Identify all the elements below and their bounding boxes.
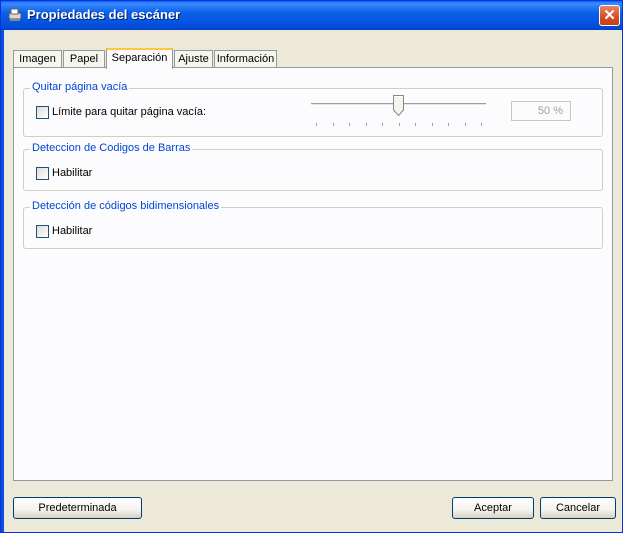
slider-thumb-icon[interactable]: [393, 95, 404, 116]
slider-tick: [332, 123, 334, 126]
tab-ajuste[interactable]: Ajuste: [174, 50, 213, 67]
scanner-icon: [8, 8, 22, 21]
close-icon: ✕: [603, 7, 616, 24]
two-d-codes-group: Detección de códigos bidimensionales Hab…: [23, 200, 603, 249]
barcode-group: Deteccion de Codigos de Barras Habilitar: [23, 142, 603, 191]
slider-tick: [481, 123, 482, 126]
barcode-group-title: Deteccion de Codigos de Barras: [30, 142, 193, 154]
tab-panel-separacion: Quitar página vacía Límite para quitar p…: [13, 67, 613, 481]
window-title: Propiedades del escáner: [27, 7, 181, 22]
slider-tick: [431, 123, 433, 126]
default-button[interactable]: Predeterminada: [13, 497, 142, 519]
tab-informacion[interactable]: Información: [214, 50, 277, 67]
tab-imagen[interactable]: Imagen: [13, 50, 62, 67]
slider-tick: [448, 123, 449, 126]
title-bar[interactable]: Propiedades del escáner ✕: [1, 1, 622, 30]
slider-tick: [398, 123, 400, 126]
two-d-codes-enable-label: Habilitar: [52, 225, 93, 237]
two-d-codes-enable-checkbox[interactable]: [36, 225, 49, 238]
slider-tick: [349, 123, 350, 126]
slider-tick: [382, 123, 383, 126]
barcode-enable-checkbox[interactable]: [36, 167, 49, 180]
blank-page-group-title: Quitar página vacía: [30, 81, 130, 93]
ok-button[interactable]: Aceptar: [452, 497, 534, 519]
tab-papel[interactable]: Papel: [63, 50, 105, 67]
barcode-enable-label: Habilitar: [52, 167, 93, 179]
blank-page-percent-field: 50 %: [511, 101, 571, 121]
cancel-button[interactable]: Cancelar: [540, 497, 616, 519]
blank-page-checkbox-label: Límite para quitar página vacía:: [52, 106, 207, 118]
blank-page-checkbox[interactable]: [36, 106, 49, 119]
two-d-codes-group-title: Detección de códigos bidimensionales: [30, 200, 222, 212]
slider-tick: [316, 123, 317, 126]
window-border: [1, 30, 4, 532]
tab-separacion[interactable]: Separación: [106, 48, 173, 69]
slider-tick: [464, 123, 466, 126]
scanner-properties-window: Propiedades del escáner ✕ Imagen Papel S…: [0, 0, 623, 533]
slider-tick: [415, 123, 416, 126]
slider-tick: [365, 123, 367, 126]
close-button[interactable]: ✕: [599, 5, 620, 26]
